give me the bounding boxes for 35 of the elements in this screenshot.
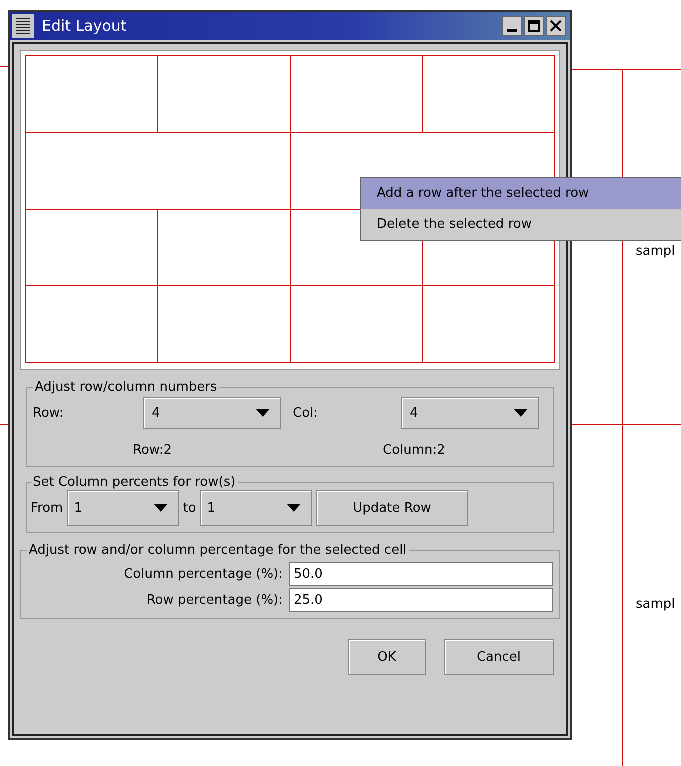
field-label: Row percentage (%): [146,592,284,608]
row-dropdown[interactable]: 4 [143,397,281,429]
group-legend: Adjust row and/or column percentage for the selected cell [27,543,409,558]
group-legend: Set Column percents for row(s) [31,475,238,490]
column-info: Column:2 [383,443,446,458]
row-label: Row: [33,406,65,420]
update-row-button[interactable]: Update Row [316,490,468,526]
field-label: Column percentage (%): [123,566,284,582]
caret-icon [514,409,528,417]
from-dropdown[interactable]: 1 [67,490,180,526]
canvas-label: sampl [636,244,676,259]
to-dropdown[interactable]: 1 [200,490,312,526]
close-icon[interactable] [546,16,566,36]
canvas-label: sampl [636,597,676,612]
canvas-line [0,424,8,425]
window-menu-icon[interactable] [12,14,34,38]
menu-item[interactable]: Add a row after the selected row [361,178,681,209]
percentage-field[interactable]: 25.0 [289,588,553,612]
caret-icon [154,504,168,512]
minimize-icon[interactable] [502,16,522,36]
from-label: From [31,500,64,516]
window-title: Edit Layout [42,17,128,35]
group-legend: Adjust row/column numbers [33,380,220,395]
to-label: to [183,500,196,516]
caret-icon [256,409,270,417]
dialog-button[interactable]: OK [348,639,426,675]
canvas-line [0,66,8,67]
caret-icon [287,504,302,512]
dialog-button[interactable]: Cancel [444,639,554,675]
col-label: Col: [293,406,320,420]
col-dropdown[interactable]: 4 [401,397,539,429]
menu-item[interactable]: Delete the selected row [361,209,681,240]
percentage-field[interactable]: 50.0 [289,562,553,586]
row-info: Row:2 [133,443,173,458]
maximize-icon[interactable] [524,16,544,36]
